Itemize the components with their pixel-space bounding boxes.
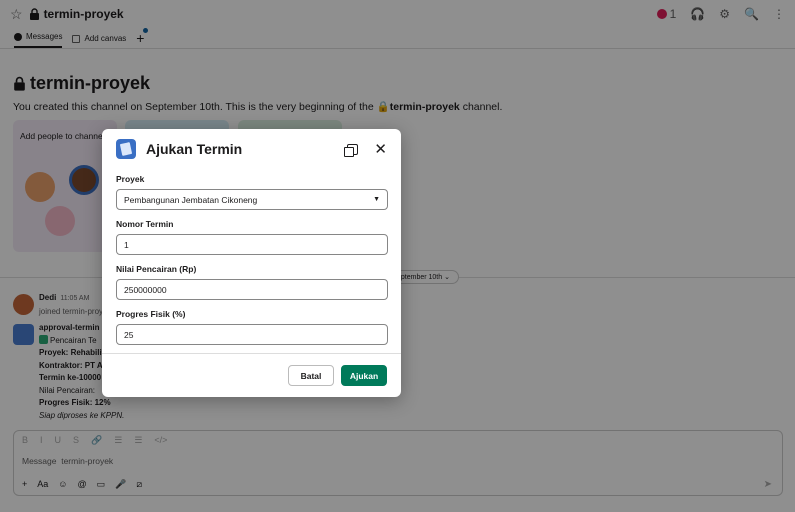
proyek-label: Proyek bbox=[116, 174, 145, 184]
cancel-button[interactable]: Batal bbox=[288, 365, 334, 386]
nomor-termin-label: Nomor Termin bbox=[116, 219, 174, 229]
popout-icon[interactable] bbox=[344, 143, 359, 157]
chevron-down-icon: ▼ bbox=[373, 196, 380, 203]
submit-button[interactable]: Ajukan bbox=[341, 365, 387, 386]
proyek-value: Pembangunan Jembatan Cikoneng bbox=[124, 194, 258, 205]
nilai-pencairan-label: Nilai Pencairan (Rp) bbox=[116, 264, 197, 274]
close-icon[interactable]: ✕ bbox=[374, 142, 387, 157]
proyek-select[interactable]: Pembangunan Jembatan Cikoneng ▼ bbox=[116, 189, 388, 210]
ajukan-termin-modal: Ajukan Termin ✕ Proyek Pembangunan Jemba… bbox=[102, 129, 401, 397]
app-icon bbox=[116, 139, 136, 159]
modal-header: Ajukan Termin ✕ bbox=[102, 129, 401, 169]
progres-fisik-input[interactable]: 25 bbox=[116, 324, 388, 345]
nilai-pencairan-input[interactable]: 250000000 bbox=[116, 279, 388, 300]
modal-footer-divider bbox=[102, 353, 401, 354]
nomor-termin-input[interactable]: 1 bbox=[116, 234, 388, 255]
modal-title: Ajukan Termin bbox=[146, 141, 243, 157]
progres-fisik-label: Progres Fisik (%) bbox=[116, 309, 186, 319]
